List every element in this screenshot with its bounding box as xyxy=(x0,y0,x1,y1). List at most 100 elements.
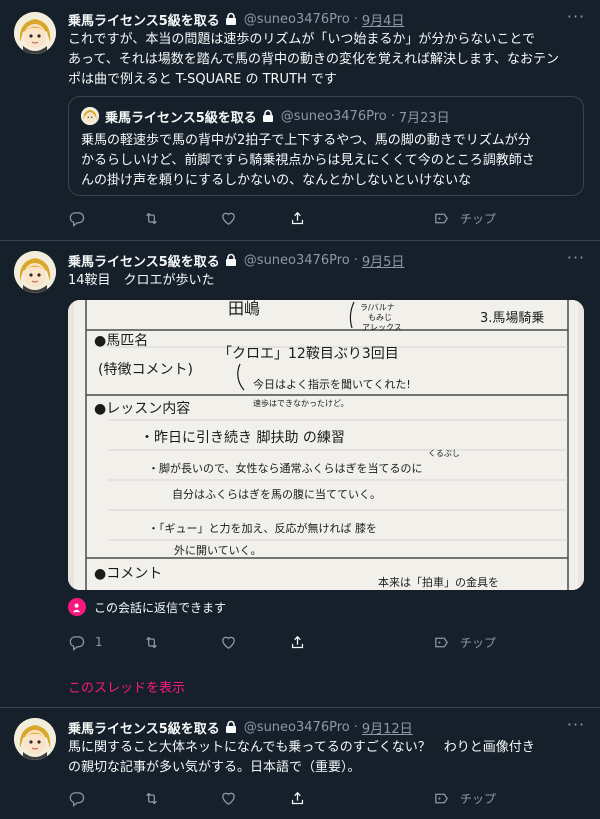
tweet-actions: チップ xyxy=(68,208,508,228)
like-icon xyxy=(222,636,235,649)
reply-icon xyxy=(69,791,85,807)
share-button[interactable] xyxy=(289,632,306,652)
tip-label: チップ xyxy=(460,791,497,806)
like-button[interactable] xyxy=(220,788,237,808)
quoted-author-name: 乗馬ライセンス5級を取る xyxy=(105,110,257,126)
handwritten-text: 自分はふくらはぎを馬の腹に当てていく。 xyxy=(172,487,381,501)
tweet-2[interactable]: 乗馬ライセンス5級を取る @suneo3476Pro · 9月5日 ··· 14… xyxy=(0,241,600,708)
like-icon xyxy=(222,792,235,805)
show-thread-link[interactable]: このスレッドを表示 xyxy=(68,677,185,696)
like-button[interactable] xyxy=(220,632,237,652)
handwritten-text: ・昨日に引き続き 脚扶助 の練習 xyxy=(140,429,345,446)
quoted-text: 乗馬の軽速歩で馬の背中が2拍子で上下するやつ、馬の脚の動きでリズムが分 かるらし… xyxy=(81,131,571,191)
tip-button[interactable]: チップ xyxy=(433,208,496,228)
lock-icon xyxy=(225,253,236,266)
separator-dot: · xyxy=(353,252,358,268)
reply-button[interactable]: 1 xyxy=(68,632,103,652)
author-handle[interactable]: @suneo3476Pro xyxy=(244,720,350,735)
handwritten-text: くるぶし xyxy=(428,449,460,458)
separator-dot: · xyxy=(390,108,395,124)
handwritten-text: ラ/バルナ xyxy=(360,303,395,312)
printed-label: (特徴コメント) xyxy=(98,362,193,378)
tweet-3[interactable]: 乗馬ライセンス5級を取る @suneo3476Pro · 9月12日 ··· 馬… xyxy=(0,708,600,819)
tip-icon xyxy=(435,213,448,223)
share-icon xyxy=(291,211,304,224)
handwritten-text: 外に開いていく。 xyxy=(174,544,262,557)
avatar-image xyxy=(14,12,56,54)
tweet-text-line: これですが、本当の問題は速歩のリズムが「いつ始まるか」が分からないことで xyxy=(68,32,535,47)
printed-label: ●馬匹名 xyxy=(94,333,148,349)
avatar[interactable] xyxy=(14,251,56,293)
reply-button[interactable] xyxy=(68,208,85,228)
tip-icon xyxy=(435,793,448,803)
tweet-header: 乗馬ライセンス5級を取る @suneo3476Pro · 9月4日 xyxy=(68,10,590,29)
reply-permission-text: この会話に返信できます xyxy=(94,600,227,615)
reply-icon xyxy=(69,635,85,651)
handwritten-text: 今日はよく指示を聞いてくれた! xyxy=(253,377,411,391)
handwritten-text: 本来は「拍車」の金具を xyxy=(378,575,499,589)
printed-label: ●コメント xyxy=(94,566,162,582)
avatar-image xyxy=(14,718,56,760)
tweet-text: 馬に関すること大体ネットになんでも乗ってるのすごくない？ わりと画像付き の親切… xyxy=(68,738,586,778)
tweet-photo[interactable]: ●馬匹名 (特徴コメント) ●レッスン内容 ●コメント 田嶋 ラ/バルナ もみじ… xyxy=(68,300,584,590)
author-name[interactable]: 乗馬ライセンス5級を取る xyxy=(68,10,220,29)
tweet-text-line: ポは曲で例えると T-SQUARE の TRUTH です xyxy=(68,72,337,87)
share-icon xyxy=(291,635,304,648)
printed-label: ●レッスン内容 xyxy=(94,400,190,417)
quoted-author-handle: @suneo3476Pro xyxy=(280,108,387,124)
quoted-date: 7月23日 xyxy=(398,110,450,126)
tweet-header: 乗馬ライセンス5級を取る @suneo3476Pro · 9月5日 xyxy=(68,251,590,270)
reply-button[interactable] xyxy=(68,788,85,808)
tweet-actions: 1 チップ xyxy=(68,632,508,652)
quoted-text-line: んの掛け声を頼りにするしかないの、なんとかしないといけないな xyxy=(81,173,472,188)
handwritten-text: 「クロエ」12鞍目ぶり3回目 xyxy=(218,346,399,362)
handwritten-text: ・脚が長いので、女性なら通常ふくらはぎを当てるのに xyxy=(148,461,423,475)
tip-button[interactable]: チップ xyxy=(433,632,496,652)
avatar[interactable] xyxy=(14,12,56,54)
tip-label: チップ xyxy=(460,211,497,226)
quoted-header: 乗馬ライセンス5級を取る @suneo3476Pro · 7月23日 xyxy=(105,107,450,126)
more-icon[interactable]: ··· xyxy=(566,717,586,738)
handwritten-text: 速歩はできなかったけど。 xyxy=(253,398,349,408)
more-icon[interactable]: ··· xyxy=(566,250,586,271)
tweet-text-line: の親切な記事が多い気がする。日本語で（重要）。 xyxy=(68,760,361,775)
retweet-icon xyxy=(146,212,157,224)
share-button[interactable] xyxy=(289,788,306,808)
quoted-tweet[interactable]: 乗馬ライセンス5級を取る @suneo3476Pro · 7月23日 乗馬の軽速… xyxy=(68,96,584,196)
separator-dot: · xyxy=(353,719,358,735)
like-button[interactable] xyxy=(220,208,237,228)
quoted-text-line: かるらしいけど、前脚ですら騎乗視点からは見えにくくて今のところ調教師さ xyxy=(81,153,535,168)
author-handle[interactable]: @suneo3476Pro xyxy=(244,12,350,27)
tip-button[interactable]: チップ xyxy=(433,788,496,808)
share-button[interactable] xyxy=(289,208,306,228)
handwritten-text: 田嶋 xyxy=(228,300,260,318)
handwritten-text: 3.馬場騎乗 xyxy=(480,311,544,326)
lesson-notebook-photo: ●馬匹名 (特徴コメント) ●レッスン内容 ●コメント 田嶋 ラ/バルナ もみじ… xyxy=(68,300,584,590)
separator-dot: · xyxy=(353,11,358,27)
avatar-image xyxy=(14,251,56,293)
tweet-1[interactable]: 乗馬ライセンス5級を取る @suneo3476Pro · 9月4日 ··· これ… xyxy=(0,0,600,241)
tweet-date[interactable]: 9月12日 xyxy=(362,718,413,737)
tweet-actions: チップ xyxy=(68,788,508,808)
tweet-date[interactable]: 9月5日 xyxy=(362,251,405,270)
handwritten-text: ・「ギュー」と力を加え、反応が無ければ 膝を xyxy=(148,521,377,535)
reply-count: 1 xyxy=(95,635,103,649)
quoted-avatar xyxy=(81,107,99,125)
tweet-date[interactable]: 9月4日 xyxy=(362,10,405,29)
tweet-text-line: 14鞍目 クロエが歩いた xyxy=(68,273,215,288)
more-icon[interactable]: ··· xyxy=(566,9,586,30)
author-handle[interactable]: @suneo3476Pro xyxy=(244,253,350,268)
author-name[interactable]: 乗馬ライセンス5級を取る xyxy=(68,718,220,737)
retweet-button[interactable] xyxy=(143,208,160,228)
tweet-text: これですが、本当の問題は速歩のリズムが「いつ始まるか」が分からないことで あって… xyxy=(68,30,586,90)
lock-icon xyxy=(225,720,236,733)
handwritten-text: アレックス xyxy=(362,323,402,332)
tip-icon xyxy=(435,637,448,647)
author-name[interactable]: 乗馬ライセンス5級を取る xyxy=(68,251,220,270)
retweet-button[interactable] xyxy=(143,632,160,652)
reply-icon xyxy=(69,211,85,227)
retweet-icon xyxy=(146,792,157,804)
retweet-button[interactable] xyxy=(143,788,160,808)
share-icon xyxy=(291,791,304,804)
avatar[interactable] xyxy=(14,718,56,760)
